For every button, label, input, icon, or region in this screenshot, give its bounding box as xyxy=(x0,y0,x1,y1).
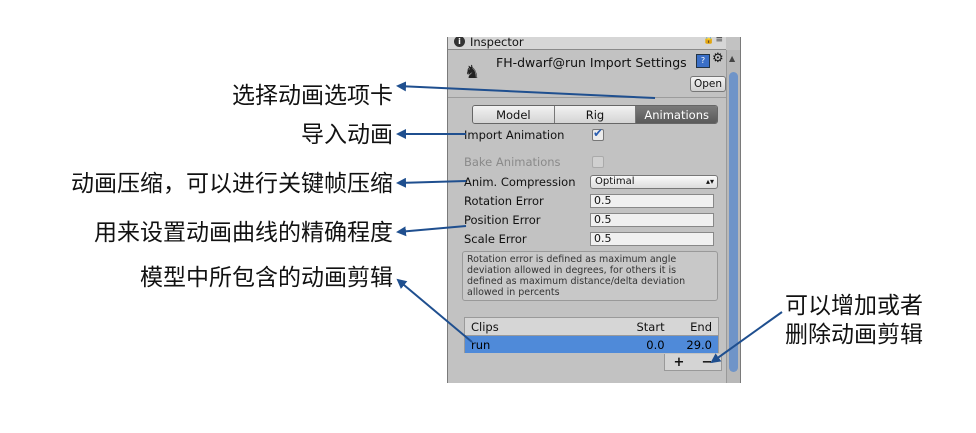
open-button[interactable]: Open xyxy=(690,76,726,92)
position-error-field[interactable]: 0.5 xyxy=(590,212,714,227)
anim-compression-value: Optimal xyxy=(595,176,635,187)
help-info-box: Rotation error is defined as maximum ang… xyxy=(462,251,718,301)
import-animation-label: Import Animation xyxy=(464,127,565,142)
tab-model[interactable]: Model xyxy=(473,106,555,123)
inspector-tab[interactable]: i Inspector xyxy=(454,37,524,49)
updown-arrow-icon: ▴▾ xyxy=(705,177,714,186)
inspector-tab-header: i Inspector 🔒≡ xyxy=(448,37,726,50)
rotation-error-field[interactable]: 0.5 xyxy=(590,193,714,208)
header-divider xyxy=(448,97,726,98)
scale-error-row: Scale Error 0.5 xyxy=(464,230,719,247)
anim-compression-select[interactable]: Optimal ▴▾ xyxy=(590,174,718,189)
scroll-thumb[interactable] xyxy=(729,72,738,372)
bake-animations-label: Bake Animations xyxy=(464,154,561,169)
annotation-clips: 模型中所包含的动画剪辑 xyxy=(140,265,393,291)
rotation-error-label: Rotation Error xyxy=(464,193,544,208)
gear-icon[interactable]: ⚙ xyxy=(712,51,724,66)
position-error-row: Position Error 0.5 xyxy=(464,211,719,228)
anim-compression-row: Anim. Compression Optimal ▴▾ xyxy=(464,173,719,190)
clip-row[interactable]: run 0.0 29.0 xyxy=(464,336,719,353)
clip-start: 0.0 xyxy=(646,337,665,352)
scale-error-field[interactable]: 0.5 xyxy=(590,231,714,246)
clips-header: Clips Start End xyxy=(464,317,719,336)
annotation-import: 导入动画 xyxy=(301,122,393,148)
lock-menu-icon[interactable]: 🔒≡ xyxy=(703,37,724,45)
remove-clip-button[interactable]: − xyxy=(693,354,721,370)
add-clip-button[interactable]: + xyxy=(665,354,693,370)
clips-header-name: Clips xyxy=(471,319,499,334)
annotation-compression: 动画压缩，可以进行关键帧压缩 xyxy=(71,171,393,197)
asset-title: FH-dwarf@run Import Settings xyxy=(496,55,687,70)
info-icon: i xyxy=(454,37,465,47)
annotation-error: 用来设置动画曲线的精确程度 xyxy=(94,220,393,246)
annotation-add-remove-line1: 可以增加或者 xyxy=(785,293,923,319)
clips-list: Clips Start End run 0.0 29.0 + − xyxy=(464,317,722,371)
bake-animations-row: Bake Animations xyxy=(464,153,719,170)
scale-error-label: Scale Error xyxy=(464,231,527,246)
clip-name: run xyxy=(471,337,491,352)
scrollbar[interactable]: ▲ xyxy=(726,50,740,383)
clip-end: 29.0 xyxy=(686,337,712,352)
annotation-add-remove-line2: 删除动画剪辑 xyxy=(785,322,923,348)
scroll-up-icon[interactable]: ▲ xyxy=(729,54,735,63)
import-animation-checkbox[interactable] xyxy=(592,126,604,141)
model-icon: ♞ xyxy=(464,62,481,83)
help-book-icon[interactable]: ? xyxy=(696,54,710,68)
anim-compression-label: Anim. Compression xyxy=(464,174,576,189)
position-error-label: Position Error xyxy=(464,212,541,227)
tab-rig[interactable]: Rig xyxy=(554,106,637,123)
rotation-error-row: Rotation Error 0.5 xyxy=(464,192,719,209)
clips-header-end: End xyxy=(690,319,712,334)
clips-header-start: Start xyxy=(636,319,665,334)
bake-animations-checkbox[interactable] xyxy=(592,155,604,168)
annotation-select-tab: 选择动画选项卡 xyxy=(232,83,393,109)
inspector-panel: i Inspector 🔒≡ ♞ FH-dwarf@run Import Set… xyxy=(447,37,741,383)
inspector-tab-title: Inspector xyxy=(470,37,524,49)
tab-animations[interactable]: Animations xyxy=(636,106,717,123)
clip-buttons: + − xyxy=(664,354,722,371)
import-tabs: Model Rig Animations xyxy=(472,105,718,124)
asset-header: ♞ FH-dwarf@run Import Settings ? ⚙ Open xyxy=(458,51,726,92)
import-animation-row: Import Animation xyxy=(464,126,719,143)
